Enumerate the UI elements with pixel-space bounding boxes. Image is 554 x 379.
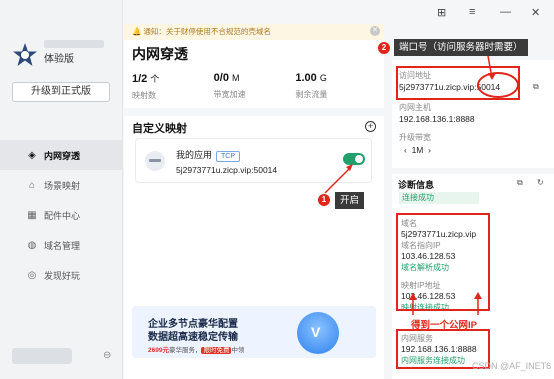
page-title: 内网穿透 <box>132 46 188 62</box>
public-ip-annotation: 得到一个公网IP <box>411 320 477 331</box>
upgrade-button[interactable]: 升级到正式版 <box>12 82 110 102</box>
stat-traffic: 1.00 G 剩余流量 <box>295 72 328 99</box>
account-blurred <box>12 348 72 364</box>
sidebar-item-label: 配件中心 <box>44 210 81 221</box>
minimize-icon[interactable]: — <box>500 6 511 18</box>
sidebar-item-label: 发现好玩 <box>44 270 81 281</box>
watermark: CSDN @AF_INET6 <box>472 361 552 371</box>
mapping-name: 我的应用 <box>176 150 213 160</box>
plan-label: 体验版 <box>44 54 74 65</box>
step-1-badge: 1 <box>318 194 330 206</box>
sidebar-item-label: 内网穿透 <box>44 150 81 161</box>
sidebar-item-penetration[interactable]: ◈ 内网穿透 <box>0 140 123 170</box>
diag-status: 连接成功 <box>399 192 479 204</box>
host-label: 内网主机 <box>399 103 431 112</box>
skin-icon[interactable]: ⊞ <box>437 6 446 19</box>
host-value: 192.168.136.1:8888 <box>399 114 475 124</box>
home-icon: ◈ <box>28 149 36 161</box>
promo-line3: 2699元豪华服务， 限时免费 中领 <box>148 347 245 354</box>
divider <box>124 108 384 116</box>
sidebar-item-parts[interactable]: ▦ 配件中心 <box>0 200 123 230</box>
zoom-icon[interactable]: ⊖ <box>103 350 111 361</box>
port-callout: 端口号（访问服务器时需要） <box>394 39 528 56</box>
globe-icon: ◍ <box>27 239 37 251</box>
sidebar: 体验版 升级到正式版 ◈ 内网穿透 ⌂ 场景映射 ▦ 配件中心 ◍ 域名管理 ◎… <box>0 0 123 379</box>
compass-icon: ◎ <box>27 269 37 281</box>
add-mapping-button[interactable]: + <box>365 121 376 132</box>
scene-icon: ⌂ <box>28 179 36 191</box>
step-2-badge: 2 <box>378 42 390 54</box>
bandwidth-label: 升级带宽 <box>399 133 431 142</box>
sidebar-nav: ◈ 内网穿透 ⌂ 场景映射 ▦ 配件中心 ◍ 域名管理 ◎ 发现好玩 <box>0 140 123 290</box>
diag-title: 诊断信息 <box>398 180 435 190</box>
protocol-badge: TCP <box>216 151 241 162</box>
stats-row: 1/2 个 映射数 0/0 M 带宽加速 1.00 G 剩余流量 <box>132 72 377 101</box>
mapping-address: 5j2973771u.zicp.vip:50014 <box>176 165 278 175</box>
stat-mappings: 1/2 个 映射数 <box>132 73 160 100</box>
mapping-toggle[interactable] <box>343 153 365 165</box>
sidebar-item-scene[interactable]: ⌂ 场景映射 <box>0 170 123 200</box>
menu-icon[interactable]: ≡ <box>469 6 475 18</box>
app-window: 体验版 升级到正式版 ◈ 内网穿透 ⌂ 场景映射 ▦ 配件中心 ◍ 域名管理 ◎… <box>0 0 554 379</box>
sidebar-item-discover[interactable]: ◎ 发现好玩 <box>0 260 123 290</box>
section-title: 自定义映射 <box>132 123 187 135</box>
promo-banner[interactable]: 企业多节点豪华配置 数据超高速稳定传输 2699元豪华服务， 限时免费 中领 V <box>132 306 376 358</box>
highlight-diag-box <box>396 213 490 311</box>
username-blurred <box>44 40 104 48</box>
sidebar-item-label: 场景映射 <box>44 180 81 191</box>
mapping-card[interactable]: 我的应用 TCP 5j2973771u.zicp.vip:50014 <box>135 138 372 183</box>
bell-icon: 🔔 <box>132 27 142 36</box>
bandwidth-select[interactable]: ‹ 1M › <box>404 145 431 155</box>
highlight-port-ellipse <box>477 72 519 98</box>
promo-line2: 数据超高速稳定传输 <box>148 332 238 343</box>
divider <box>392 168 554 174</box>
notice-text: 通知：关于财停使用不合规范的壳域名 <box>143 27 271 36</box>
app-logo-icon <box>13 43 37 66</box>
app-icon <box>145 151 165 171</box>
close-icon[interactable]: ✕ <box>531 6 540 19</box>
stat-bandwidth: 0/0 M 带宽加速 <box>213 72 246 99</box>
promo-logo-icon: V <box>297 312 339 354</box>
notice-bar[interactable]: 🔔 通知：关于财停使用不合规范的壳域名 ✕ <box>124 24 384 40</box>
notice-close-icon[interactable]: ✕ <box>370 26 380 36</box>
grid-icon: ▦ <box>27 209 37 221</box>
refresh-icon[interactable]: ↻ <box>537 178 544 187</box>
copy-icon[interactable]: ⧉ <box>517 178 523 188</box>
sidebar-item-domain[interactable]: ◍ 域名管理 <box>0 230 123 260</box>
sidebar-item-label: 域名管理 <box>44 240 81 251</box>
copy-icon[interactable]: ⧉ <box>533 82 539 92</box>
open-callout: 开启 <box>335 192 365 209</box>
